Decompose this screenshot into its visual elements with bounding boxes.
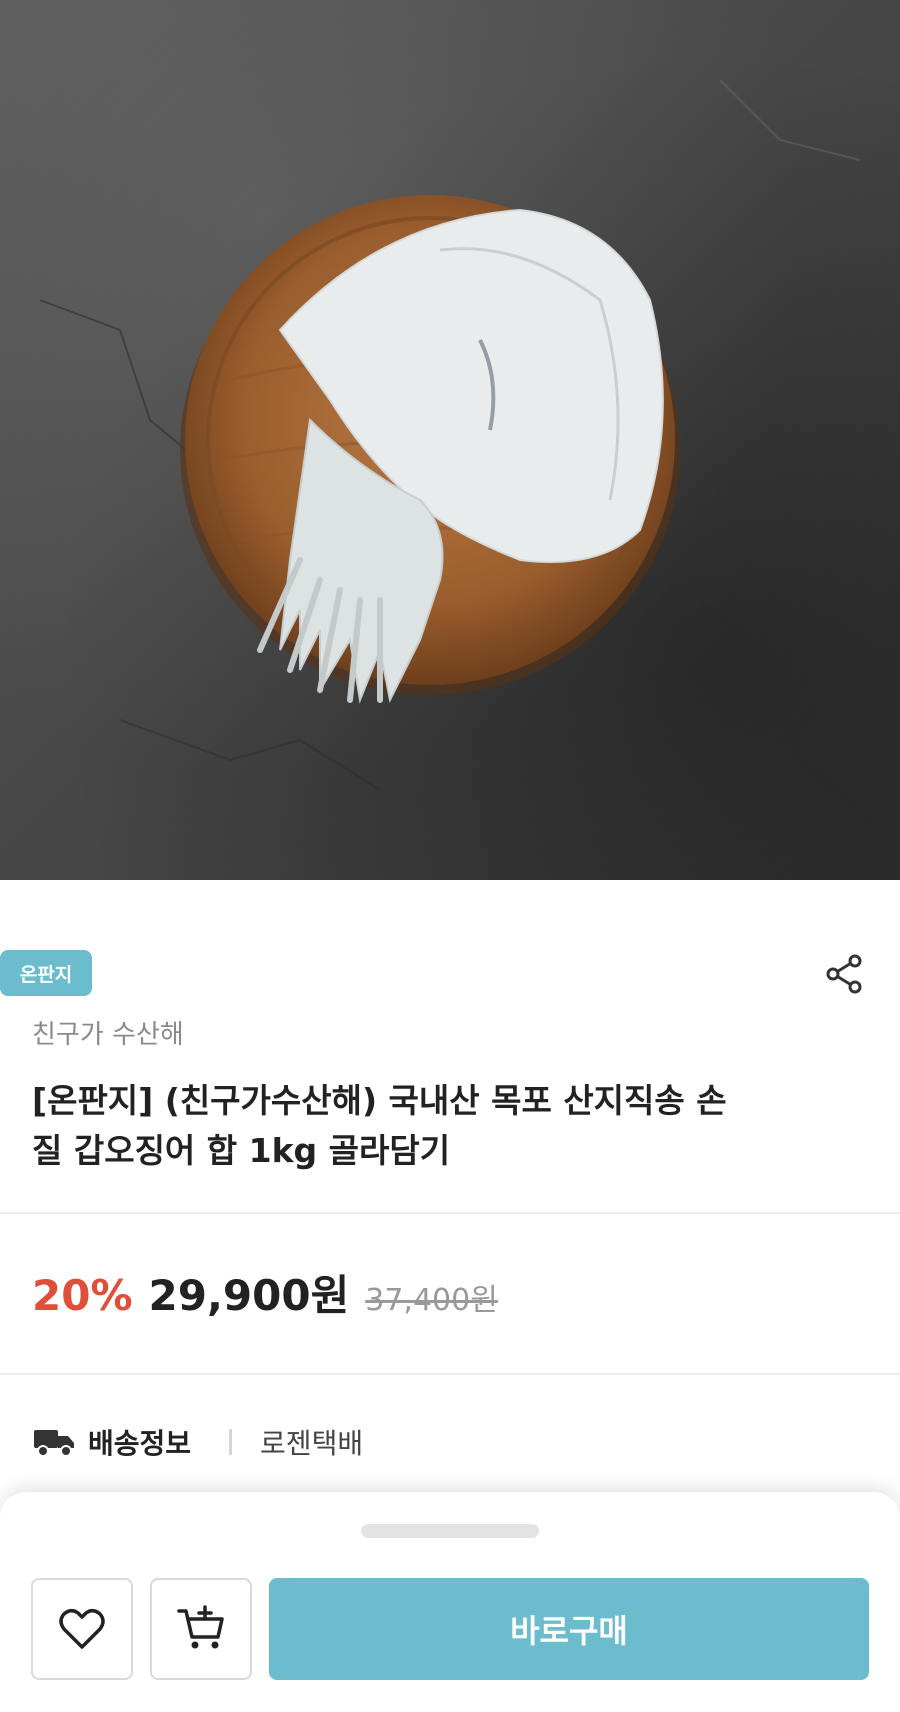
add-to-cart-button[interactable] bbox=[150, 1578, 252, 1680]
divider bbox=[0, 1373, 900, 1375]
shipping-label: 배송정보 bbox=[88, 1427, 192, 1460]
store-badge: 온판지 bbox=[0, 950, 92, 996]
divider bbox=[0, 1212, 900, 1214]
separator bbox=[229, 1429, 233, 1455]
price-row: 20% 29,900원 37,400원 bbox=[32, 1262, 498, 1323]
cart-plus-icon bbox=[177, 1605, 224, 1649]
truck-icon bbox=[34, 1430, 74, 1457]
share-icon bbox=[826, 954, 862, 994]
product-title: [온판지] (친구가수산해) 국내산 목포 산지직송 손질 갑오징어 합 1kg… bbox=[32, 1081, 727, 1170]
buy-now-button[interactable]: 바로구매 bbox=[269, 1578, 869, 1680]
shipping-info: 배송정보 로젠택배 bbox=[32, 1420, 363, 1464]
sale-price: 29,900원 bbox=[148, 1271, 350, 1320]
original-price: 37,400원 bbox=[365, 1283, 498, 1318]
seller-name[interactable]: 친구가 수산해 bbox=[32, 1014, 184, 1051]
sheet-handle[interactable] bbox=[361, 1524, 539, 1538]
product-photo bbox=[39, 79, 871, 821]
discount-rate: 20% bbox=[32, 1271, 133, 1320]
heart-icon bbox=[59, 1609, 105, 1649]
like-button[interactable] bbox=[31, 1578, 133, 1680]
bottom-action-sheet: 바로구매 bbox=[0, 1492, 900, 1712]
shipping-carrier: 로젠택배 bbox=[260, 1427, 364, 1460]
share-button[interactable] bbox=[822, 952, 866, 996]
product-image bbox=[0, 0, 900, 880]
